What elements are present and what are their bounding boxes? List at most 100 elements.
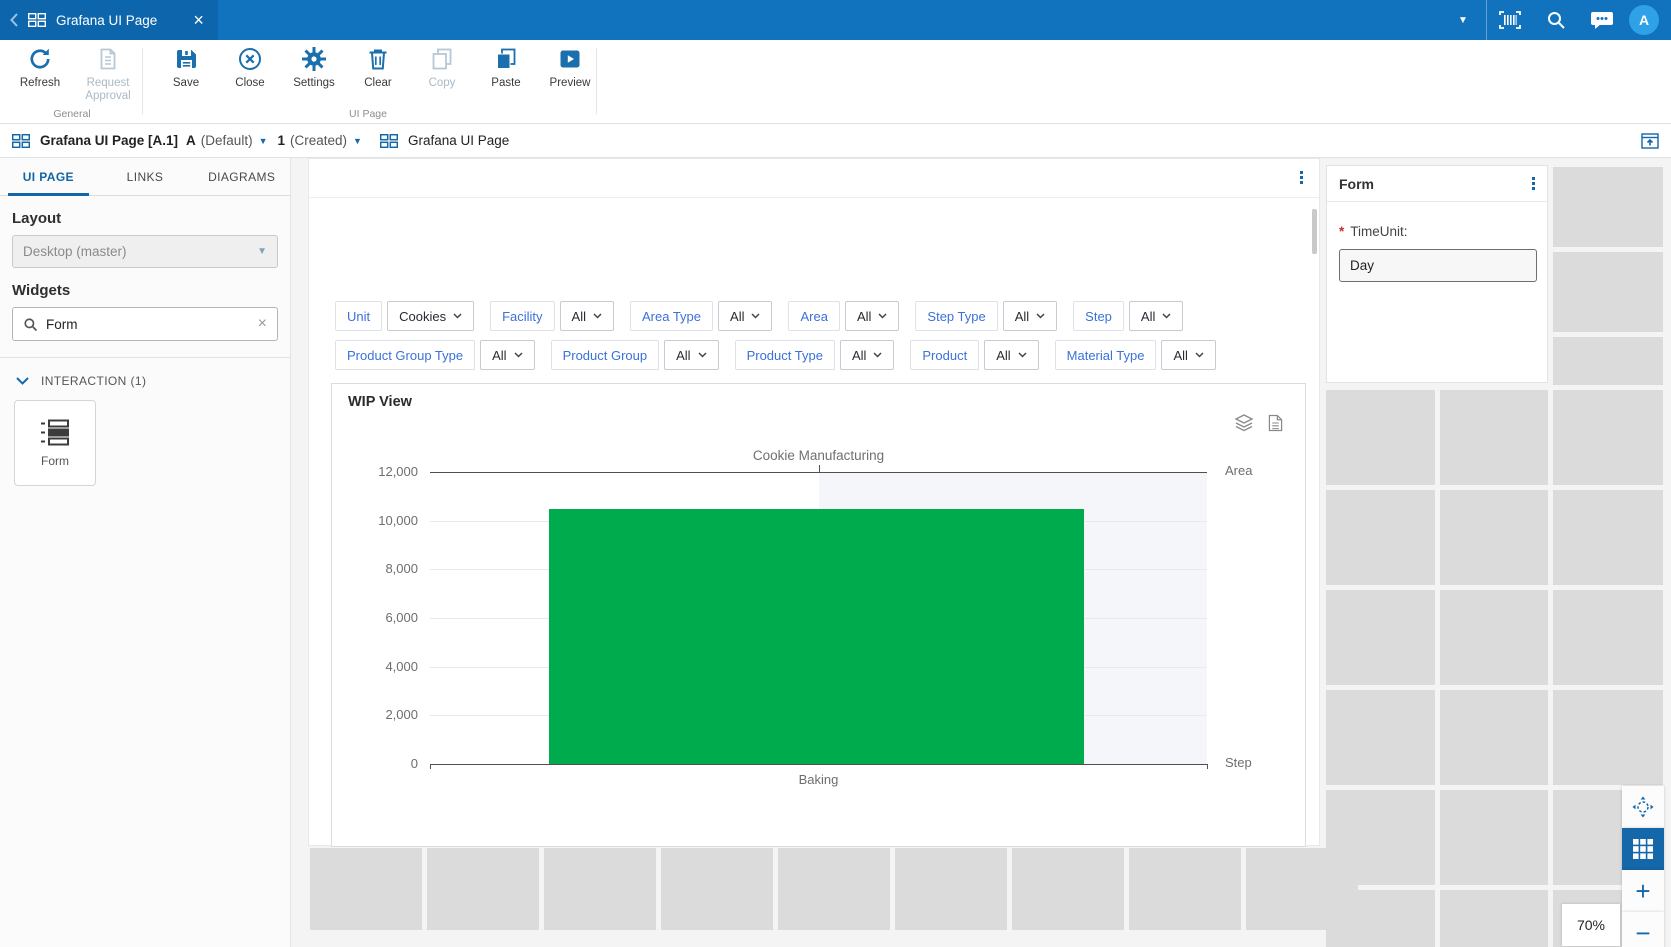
- filter-label-button[interactable]: Product Type: [735, 340, 835, 370]
- chart-bottom-axis: [430, 764, 1207, 765]
- chart-title: Cookie Manufacturing: [430, 448, 1207, 463]
- filter-value-dropdown[interactable]: All: [845, 301, 899, 331]
- tab-diagrams[interactable]: DIAGRAMS: [193, 158, 290, 195]
- topbar-dropdown-icon[interactable]: ▼: [1440, 0, 1486, 40]
- filter-area: AreaAll: [788, 301, 899, 331]
- axis-end-tick: [430, 764, 431, 769]
- tab-close-icon[interactable]: ×: [193, 11, 204, 29]
- filter-label-button[interactable]: Facility: [490, 301, 554, 331]
- barcode-scan-icon[interactable]: [1487, 0, 1533, 40]
- clear-button[interactable]: Clear: [344, 46, 412, 104]
- filter-product-type: Product TypeAll: [735, 340, 895, 370]
- revision-dropdown-icon[interactable]: ▼: [353, 136, 362, 146]
- placeholder-tile: [427, 848, 539, 930]
- zoom-in-button[interactable]: +: [1622, 870, 1664, 912]
- bar-chart: Cookie Manufacturing12,00010,0008,0006,0…: [430, 472, 1207, 764]
- version-dropdown-icon[interactable]: ▼: [259, 136, 268, 146]
- form-widget-card[interactable]: Form: [14, 400, 96, 486]
- ribbon-button-label: Save: [173, 77, 199, 90]
- chevron-down-icon: [1036, 313, 1045, 319]
- filter-value-dropdown[interactable]: All: [480, 340, 534, 370]
- widget-search-input[interactable]: [46, 317, 250, 332]
- layers-icon[interactable]: [1234, 414, 1254, 432]
- fit-to-screen-button[interactable]: [1622, 786, 1664, 828]
- placeholder-tile: [1440, 490, 1548, 585]
- zoom-out-button[interactable]: −: [1622, 912, 1664, 947]
- filter-label-button[interactable]: Step Type: [915, 301, 997, 331]
- grid-view-button[interactable]: [1622, 828, 1664, 870]
- document-icon[interactable]: [1268, 414, 1283, 432]
- filter-label-button[interactable]: Product Group Type: [335, 340, 475, 370]
- filter-value-dropdown[interactable]: All: [1129, 301, 1183, 331]
- tab-links[interactable]: LINKS: [97, 158, 194, 195]
- ribbon-button-label: Refresh: [20, 77, 60, 90]
- design-canvas[interactable]: UnitCookiesFacilityAllArea TypeAllAreaAl…: [308, 158, 1320, 846]
- filter-value-dropdown[interactable]: All: [1003, 301, 1057, 331]
- close-button[interactable]: Close: [216, 46, 284, 104]
- canvas-kebab-menu-icon[interactable]: [1300, 171, 1303, 184]
- placeholder-tile: [1326, 590, 1435, 685]
- filter-label-button[interactable]: Product Group: [551, 340, 660, 370]
- ribbon-button-label: Copy: [429, 77, 456, 90]
- ribbon-button-label: Settings: [293, 77, 335, 90]
- placeholder-tile: [1440, 790, 1548, 885]
- refresh-button[interactable]: Refresh: [6, 46, 74, 104]
- chat-icon[interactable]: [1579, 0, 1625, 40]
- trash-icon: [365, 46, 391, 72]
- save-button[interactable]: Save: [152, 46, 220, 104]
- form-panel-kebab-icon[interactable]: [1532, 177, 1535, 190]
- placeholder-tile: [1553, 167, 1663, 247]
- placeholder-tile: [1553, 252, 1663, 332]
- filter-product-group-type: Product Group TypeAll: [335, 340, 535, 370]
- clear-search-icon[interactable]: ×: [258, 315, 267, 333]
- chart-bar-baking: [549, 509, 1084, 765]
- placeholder-tile: [1440, 390, 1548, 485]
- page-tab[interactable]: Grafana UI Page ×: [0, 0, 218, 40]
- filter-label-button[interactable]: Material Type: [1055, 340, 1157, 370]
- request-approval-button: Request Approval: [74, 46, 142, 104]
- chevron-down-icon: [1162, 313, 1171, 319]
- timeunit-input[interactable]: [1339, 249, 1537, 282]
- filter-label-button[interactable]: Product: [910, 340, 979, 370]
- ribbon-group-general: General: [53, 108, 90, 120]
- filter-value-dropdown[interactable]: Cookies: [387, 301, 474, 331]
- filter-label-button[interactable]: Area Type: [630, 301, 713, 331]
- user-avatar[interactable]: A: [1629, 5, 1659, 35]
- placeholder-tile: [1326, 690, 1435, 785]
- filter-label-button[interactable]: Area: [788, 301, 839, 331]
- x-category-label: Baking: [430, 772, 1207, 787]
- filter-label-button[interactable]: Step: [1073, 301, 1124, 331]
- canvas-scrollbar[interactable]: [1312, 209, 1317, 254]
- ribbon-separator: [596, 48, 597, 114]
- preview-icon: [557, 46, 583, 72]
- expand-window-icon[interactable]: [1641, 133, 1659, 149]
- filter-value-dropdown[interactable]: All: [718, 301, 772, 331]
- placeholder-tile: [1440, 890, 1548, 947]
- breadcrumb-page-name: Grafana UI Page: [408, 133, 509, 148]
- filter-value: All: [1141, 309, 1155, 324]
- preview-button[interactable]: Preview: [536, 46, 604, 104]
- filter-value-dropdown[interactable]: All: [840, 340, 894, 370]
- ribbon-group-uipage: UI Page: [349, 108, 387, 120]
- ribbon-separator: [142, 48, 143, 114]
- back-chevron-icon[interactable]: [10, 13, 18, 27]
- search-icon[interactable]: [1533, 0, 1579, 40]
- filter-value-dropdown[interactable]: All: [1161, 340, 1215, 370]
- placeholder-tile: [778, 848, 890, 930]
- filter-value: All: [996, 348, 1010, 363]
- settings-button[interactable]: Settings: [280, 46, 348, 104]
- filter-value-dropdown[interactable]: All: [664, 340, 718, 370]
- filter-value-dropdown[interactable]: All: [560, 301, 614, 331]
- y-tick-label: 8,000: [338, 561, 418, 576]
- filter-step-type: Step TypeAll: [915, 301, 1057, 331]
- paste-icon: [493, 46, 519, 72]
- form-widget-label: Form: [41, 454, 69, 468]
- paste-button[interactable]: Paste: [472, 46, 540, 104]
- filter-label-button[interactable]: Unit: [335, 301, 382, 331]
- interaction-section-toggle[interactable]: INTERACTION (1): [16, 374, 278, 388]
- chevron-down-icon: [1195, 352, 1204, 358]
- bottom-axis-label: Step: [1225, 755, 1252, 770]
- tab-ui-page[interactable]: UI PAGE: [0, 158, 97, 195]
- filter-value-dropdown[interactable]: All: [984, 340, 1038, 370]
- layout-select[interactable]: Desktop (master) ▼: [12, 235, 278, 268]
